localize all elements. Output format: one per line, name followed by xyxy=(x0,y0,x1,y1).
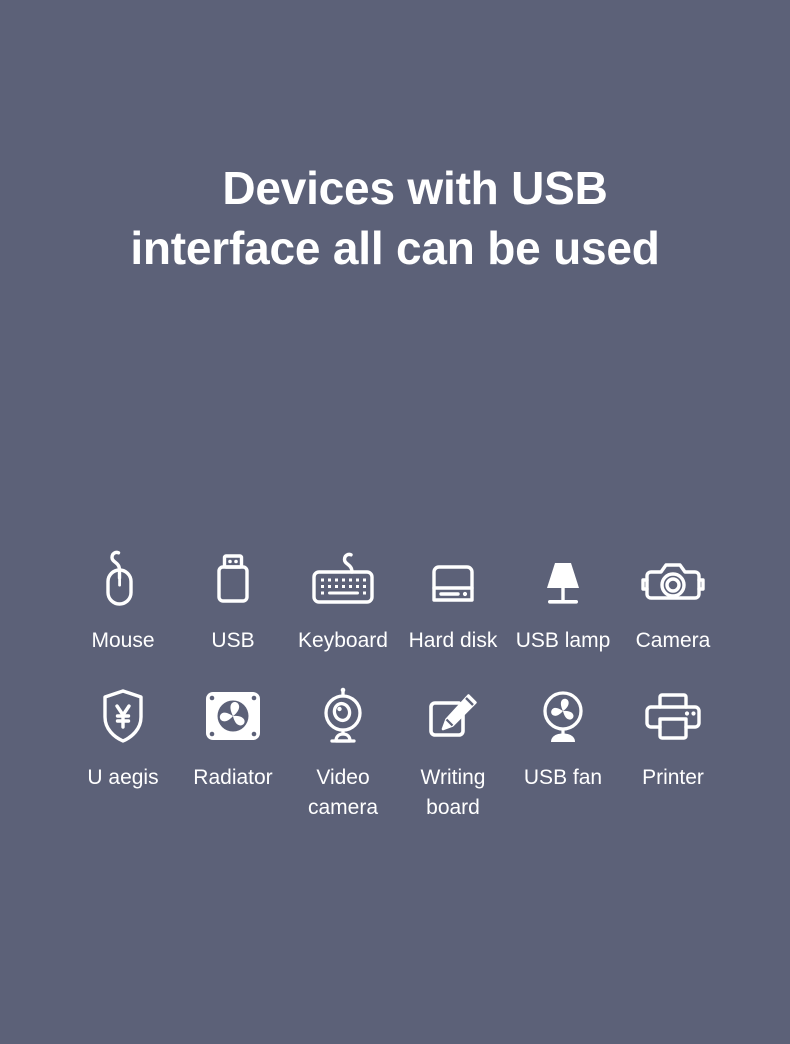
device-item-mouse: Mouse xyxy=(68,548,178,656)
device-item-usb: USB xyxy=(178,548,288,656)
shield-yen-icon xyxy=(98,685,148,747)
desk-lamp-icon xyxy=(534,548,592,610)
device-label: Camera xyxy=(635,629,711,652)
device-label: Video camera xyxy=(307,766,379,819)
device-item-hard-disk: Hard disk xyxy=(398,548,508,656)
device-item-usb-lamp: USB lamp xyxy=(508,548,618,656)
mouse-icon xyxy=(97,548,149,610)
device-item-printer: Printer xyxy=(618,685,728,823)
writing-tablet-pencil-icon xyxy=(422,685,484,747)
page-title-line-2: interface all can be used xyxy=(130,222,660,274)
device-item-radiator: Radiator xyxy=(178,685,288,823)
device-icon-grid: Mouse USB Keyboard Hard disk USB lamp Ca… xyxy=(68,548,728,823)
device-row-2: U aegis Radiator Video camera Writing bo… xyxy=(68,685,728,823)
page-title: Devices with USB interface all can be us… xyxy=(0,158,790,278)
device-item-usb-fan: USB fan xyxy=(508,685,618,823)
device-label: Writing board xyxy=(420,766,486,819)
device-item-keyboard: Keyboard xyxy=(288,548,398,656)
camera-icon xyxy=(640,548,706,610)
device-row-1: Mouse USB Keyboard Hard disk USB lamp Ca… xyxy=(68,548,728,656)
keyboard-icon xyxy=(308,548,378,610)
printer-icon xyxy=(640,685,706,747)
webcam-icon xyxy=(318,685,368,747)
promo-banner: Devices with USB interface all can be us… xyxy=(0,0,790,1044)
device-label: Hard disk xyxy=(408,629,498,652)
device-label: U aegis xyxy=(87,766,159,789)
radiator-fan-icon xyxy=(204,685,262,747)
device-item-video-camera: Video camera xyxy=(288,685,398,823)
device-label: Printer xyxy=(642,766,704,789)
device-label: Keyboard xyxy=(298,629,388,652)
usb-flash-drive-icon xyxy=(211,548,255,610)
device-label: USB lamp xyxy=(515,629,611,652)
device-item-writing-board: Writing board xyxy=(398,685,508,823)
usb-fan-icon xyxy=(536,685,590,747)
device-item-u-aegis: U aegis xyxy=(68,685,178,823)
device-label: USB xyxy=(211,629,255,652)
device-label: Radiator xyxy=(193,766,273,789)
device-label: Mouse xyxy=(91,629,155,652)
device-item-camera: Camera xyxy=(618,548,728,656)
page-title-line-1: Devices with USB xyxy=(222,162,608,214)
hard-disk-icon xyxy=(422,548,484,610)
device-label: USB fan xyxy=(523,766,603,789)
